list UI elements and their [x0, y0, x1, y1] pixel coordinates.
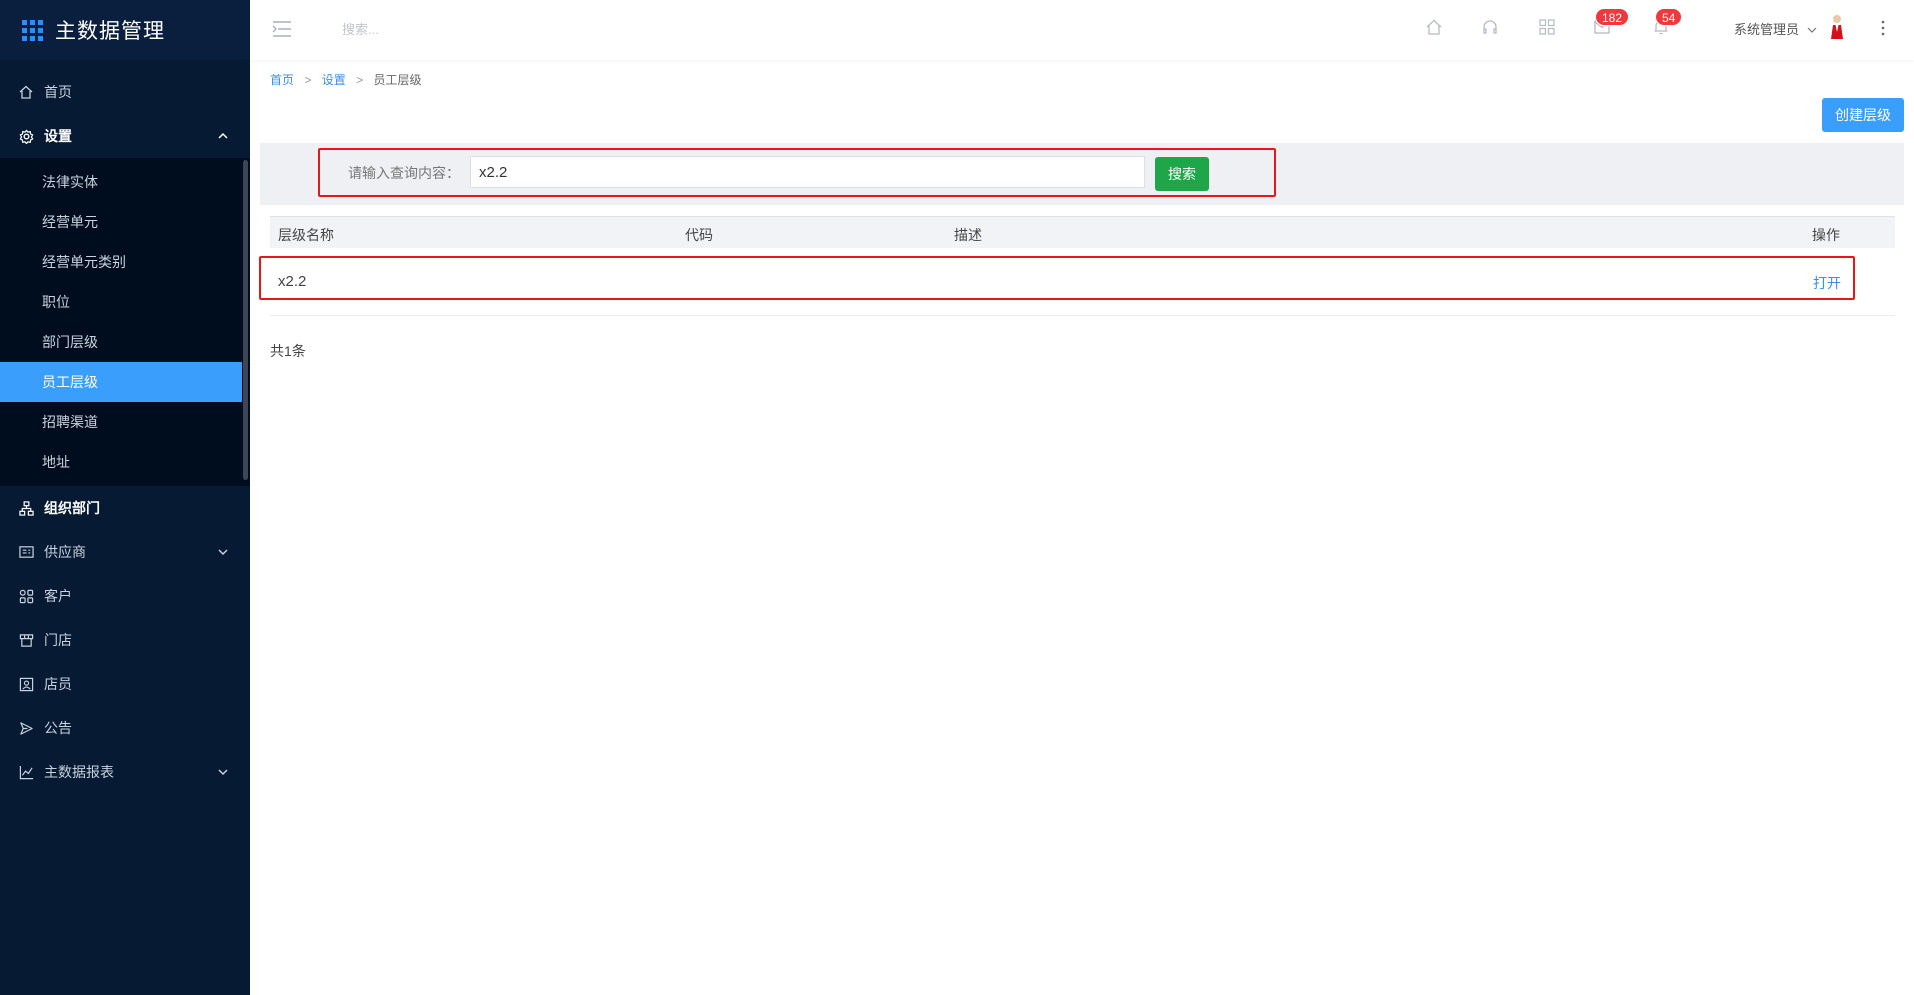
more-vertical-icon[interactable]: [1880, 18, 1886, 38]
sidebar-subitem-employee-level[interactable]: 员工层级: [0, 362, 242, 402]
column-header-level-name: 层级名称: [278, 227, 334, 243]
table-header: 层级名称 代码 描述 操作: [270, 216, 1895, 248]
user-name: 系统管理员: [1734, 22, 1800, 37]
sidebar-item-org-dept[interactable]: 组织部门: [0, 486, 250, 530]
home-icon[interactable]: [1425, 18, 1443, 36]
app-grid-icon: [22, 19, 43, 41]
sidebar-item-label: 主数据报表: [44, 764, 114, 780]
topbar: 182 54 系统管理员: [250, 0, 1914, 60]
gear-icon: [18, 128, 34, 144]
breadcrumb-separator: >: [356, 73, 364, 87]
headset-icon[interactable]: [1481, 18, 1499, 36]
settings-submenu: 法律实体 经营单元 经营单元类别 职位 部门层级 员工层级 招聘渠道 地址: [0, 158, 250, 486]
highlight-box: [259, 256, 1855, 300]
apps-grid-icon[interactable]: [1538, 18, 1556, 36]
store-icon: [18, 632, 34, 648]
sidebar-item-label: 店员: [44, 676, 72, 692]
column-header-actions: 操作: [1812, 227, 1840, 243]
sidebar-subitem-department-level[interactable]: 部门层级: [0, 322, 250, 362]
breadcrumb-separator: >: [304, 73, 312, 87]
chevron-down-icon: [218, 549, 228, 556]
sidebar-item-store[interactable]: 门店: [0, 618, 250, 662]
sidebar-subitem-address[interactable]: 地址: [0, 442, 250, 482]
sidebar-item-clerk[interactable]: 店员: [0, 662, 250, 706]
menu-collapse-icon[interactable]: [272, 20, 292, 38]
sidebar-subitem-business-unit-type[interactable]: 经营单元类别: [0, 242, 250, 282]
chart-line-icon: [18, 764, 34, 780]
sidebar: 主数据管理 首页 设置 法律实体 经营单元 经营单元类别 职位 部门层级 员工层…: [0, 0, 250, 995]
org-tree-icon: [18, 500, 34, 516]
chevron-up-icon: [218, 132, 228, 139]
sidebar-item-label: 设置: [44, 128, 72, 144]
sidebar-item-home[interactable]: 首页: [0, 70, 250, 114]
column-header-code: 代码: [685, 227, 713, 243]
message-count-badge: 182: [1595, 8, 1630, 26]
logo[interactable]: 主数据管理: [0, 0, 250, 60]
sidebar-subitem-position[interactable]: 职位: [0, 282, 250, 322]
customer-icon: [18, 588, 34, 604]
sidebar-subitem-recruitment-channel[interactable]: 招聘渠道: [0, 402, 250, 442]
breadcrumb-home[interactable]: 首页: [270, 73, 294, 87]
sidebar-subitem-legal-entity[interactable]: 法律实体: [0, 162, 250, 202]
sidebar-item-settings[interactable]: 设置: [0, 114, 250, 158]
sidebar-item-label: 公告: [44, 720, 72, 736]
notification-count-badge: 54: [1655, 8, 1683, 26]
highlight-box: [318, 148, 1276, 197]
user-menu[interactable]: 系统管理员: [1734, 19, 1817, 38]
chevron-down-icon: [218, 769, 228, 776]
announcement-icon: [18, 720, 34, 736]
sidebar-scrollbar[interactable]: [243, 160, 248, 480]
sidebar-subitem-business-unit[interactable]: 经营单元: [0, 202, 250, 242]
sidebar-item-supplier[interactable]: 供应商: [0, 530, 250, 574]
total-count: 共1条: [270, 343, 306, 359]
sidebar-item-label: 门店: [44, 632, 72, 648]
clerk-icon: [18, 676, 34, 692]
breadcrumb-current: 员工层级: [373, 73, 422, 87]
chevron-down-icon: [1807, 27, 1817, 33]
sidebar-menu: 首页 设置 法律实体 经营单元 经营单元类别 职位 部门层级 员工层级 招聘渠道…: [0, 60, 250, 794]
sidebar-item-label: 首页: [44, 84, 72, 100]
sidebar-item-label: 组织部门: [44, 500, 100, 516]
home-icon: [18, 84, 34, 100]
avatar[interactable]: [1828, 14, 1846, 40]
create-level-button[interactable]: 创建层级: [1822, 98, 1904, 132]
sidebar-item-label: 客户: [44, 588, 72, 604]
column-header-description: 描述: [954, 227, 982, 243]
app-title: 主数据管理: [55, 20, 165, 43]
sidebar-item-label: 供应商: [44, 544, 86, 560]
breadcrumb-settings[interactable]: 设置: [322, 73, 346, 87]
breadcrumb: 首页 > 设置 > 员工层级: [270, 71, 421, 88]
global-search-input[interactable]: [342, 18, 602, 40]
sidebar-item-master-report[interactable]: 主数据报表: [0, 750, 250, 794]
sidebar-item-announcement[interactable]: 公告: [0, 706, 250, 750]
supplier-icon: [18, 544, 34, 560]
sidebar-item-customer[interactable]: 客户: [0, 574, 250, 618]
